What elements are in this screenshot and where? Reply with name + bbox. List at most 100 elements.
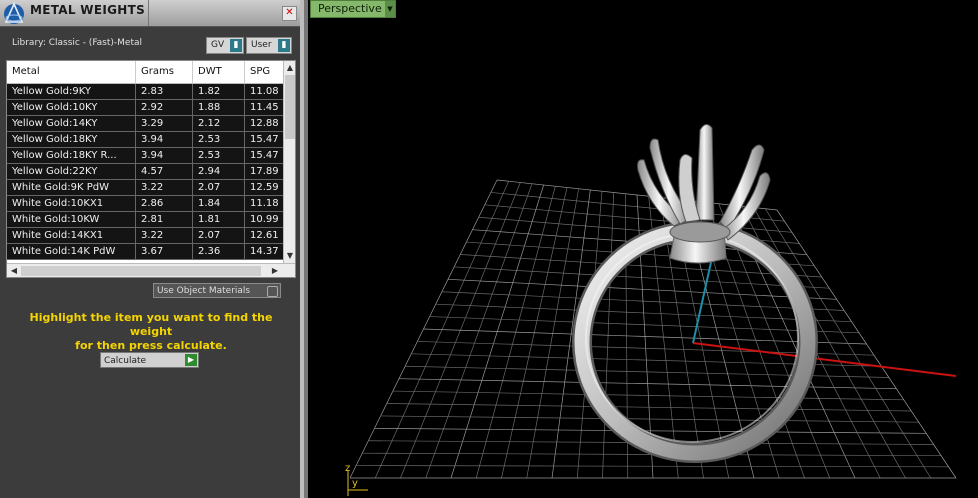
table-row[interactable]: Yellow Gold:18KY 3.94 2.53 15.47 (7, 132, 285, 148)
table-row[interactable]: Yellow Gold:14KY 3.29 2.12 12.88 (7, 116, 285, 132)
library-label: Library: Classic - (Fast)-Metal (12, 38, 143, 48)
vertical-scroll-thumb[interactable] (285, 75, 295, 139)
cell-spg: 17.89 (245, 164, 285, 179)
cell-grams: 4.57 (136, 164, 193, 179)
horizontal-scroll-thumb[interactable] (21, 266, 261, 276)
view-selector[interactable]: Perspective ▼ (310, 0, 396, 18)
scroll-down-icon[interactable]: ▼ (284, 250, 295, 262)
panel-titlebar: METAL WEIGHTS ✕ (0, 0, 300, 27)
cell-metal: White Gold:9K PdW (7, 180, 136, 195)
ground-grid (349, 179, 957, 479)
column-header-metal[interactable]: Metal (7, 61, 136, 83)
cell-dwt: 2.36 (193, 244, 245, 259)
horizontal-scrollbar[interactable]: ◀ ▶ (7, 263, 295, 277)
close-icon: ✕ (285, 7, 294, 18)
table-row[interactable]: Yellow Gold:9KY 2.83 1.82 11.08 (7, 84, 285, 100)
cell-grams: 3.94 (136, 148, 193, 163)
column-header-spg[interactable]: SPG (245, 61, 285, 83)
column-header-dwt[interactable]: DWT (193, 61, 245, 83)
vertical-scrollbar[interactable]: ▲ ▼ (283, 61, 295, 263)
cell-dwt: 2.94 (193, 164, 245, 179)
axis-gizmo: z y (345, 463, 368, 496)
cell-metal: White Gold:10KX1 (7, 196, 136, 211)
app-logo-icon (4, 2, 24, 24)
cell-metal: Yellow Gold:10KY (7, 100, 136, 115)
table-row[interactable]: White Gold:14KX1 3.22 2.07 12.61 (7, 228, 285, 244)
cell-metal: Yellow Gold:18KY R... (7, 148, 136, 163)
ring-model[interactable] (572, 124, 818, 463)
instruction-line-2: for then press calculate. (75, 339, 227, 352)
user-toggle-label: User (251, 40, 272, 50)
cell-grams: 2.92 (136, 100, 193, 115)
user-toggle[interactable]: User ▮ (246, 37, 292, 54)
cell-metal: Yellow Gold:18KY (7, 132, 136, 147)
table-body: Yellow Gold:9KY 2.83 1.82 11.08 Yellow Gold:… (7, 84, 285, 260)
table-row[interactable]: White Gold:10KX1 2.86 1.84 11.18 (7, 196, 285, 212)
cell-metal: White Gold:14K PdW (7, 244, 136, 259)
gv-toggle-label: GV (211, 40, 225, 50)
table-row[interactable]: White Gold:14K PdW 3.67 2.36 14.37 (7, 244, 285, 260)
metal-table: Metal Grams DWT SPG Yellow Gold:9KY 2.83 1… (6, 60, 296, 278)
cell-dwt: 2.12 (193, 116, 245, 131)
table-row[interactable]: White Gold:9K PdW 3.22 2.07 12.59 (7, 180, 285, 196)
cell-dwt: 1.82 (193, 84, 245, 99)
cell-grams: 3.22 (136, 180, 193, 195)
toggle-switch-icon: ▮ (278, 39, 290, 52)
table-row[interactable]: Yellow Gold:18KY R... 3.94 2.53 15.47 (7, 148, 285, 164)
cell-grams: 3.67 (136, 244, 193, 259)
cell-spg: 10.99 (245, 212, 285, 227)
use-object-materials-checkbox[interactable]: Use Object Materials (153, 283, 281, 298)
table-row[interactable]: White Gold:10KW 2.81 1.81 10.99 (7, 212, 285, 228)
play-icon: ▶ (185, 354, 197, 366)
instruction-text: Highlight the item you want to find the … (10, 311, 292, 353)
grid-line (753, 207, 906, 479)
cell-spg: 11.08 (245, 84, 285, 99)
cell-spg: 12.61 (245, 228, 285, 243)
x-axis-line (692, 342, 957, 377)
cell-dwt: 2.53 (193, 132, 245, 147)
cell-grams: 2.81 (136, 212, 193, 227)
close-button[interactable]: ✕ (282, 6, 297, 21)
axis-y-label: y (352, 478, 358, 489)
cell-grams: 2.83 (136, 84, 193, 99)
scroll-left-icon[interactable]: ◀ (8, 265, 20, 277)
cell-dwt: 2.53 (193, 148, 245, 163)
table-header: Metal Grams DWT SPG (7, 61, 285, 84)
cell-spg: 12.88 (245, 116, 285, 131)
toggle-switch-icon: ▮ (230, 39, 242, 52)
cell-spg: 15.47 (245, 132, 285, 147)
metal-weights-panel: METAL WEIGHTS ✕ Library: Classic - (Fast… (0, 0, 300, 498)
panel-title: METAL WEIGHTS (30, 3, 146, 17)
cell-dwt: 2.07 (193, 228, 245, 243)
title-divider (148, 0, 149, 26)
table-row[interactable]: Yellow Gold:10KY 2.92 1.88 11.45 (7, 100, 285, 116)
cell-spg: 11.45 (245, 100, 285, 115)
cell-metal: Yellow Gold:9KY (7, 84, 136, 99)
cell-dwt: 1.88 (193, 100, 245, 115)
cell-metal: Yellow Gold:14KY (7, 116, 136, 131)
calculate-label: Calculate (104, 356, 147, 366)
checkbox-icon (267, 286, 278, 297)
cell-dwt: 1.84 (193, 196, 245, 211)
table-row[interactable]: Yellow Gold:22KY 4.57 2.94 17.89 (7, 164, 285, 180)
cell-grams: 3.29 (136, 116, 193, 131)
perspective-viewport[interactable]: z y Perspective ▼ (308, 0, 978, 498)
cell-grams: 3.94 (136, 132, 193, 147)
calculate-button[interactable]: Calculate ▶ (100, 352, 199, 368)
cell-grams: 2.86 (136, 196, 193, 211)
gv-toggle[interactable]: GV ▮ (206, 37, 244, 54)
axis-z-label: z (345, 463, 350, 474)
use-object-materials-label: Use Object Materials (157, 286, 251, 296)
cell-spg: 11.18 (245, 196, 285, 211)
cell-grams: 3.22 (136, 228, 193, 243)
chevron-down-icon[interactable]: ▼ (385, 1, 395, 17)
cell-spg: 15.47 (245, 148, 285, 163)
cell-metal: White Gold:14KX1 (7, 228, 136, 243)
instruction-line-1: Highlight the item you want to find the … (29, 311, 273, 338)
cell-metal: Yellow Gold:22KY (7, 164, 136, 179)
scroll-up-icon[interactable]: ▲ (284, 62, 295, 74)
column-header-grams[interactable]: Grams (136, 61, 193, 83)
3d-scene: z y (345, 124, 957, 496)
scroll-right-icon[interactable]: ▶ (269, 265, 281, 277)
view-label: Perspective (318, 2, 382, 15)
